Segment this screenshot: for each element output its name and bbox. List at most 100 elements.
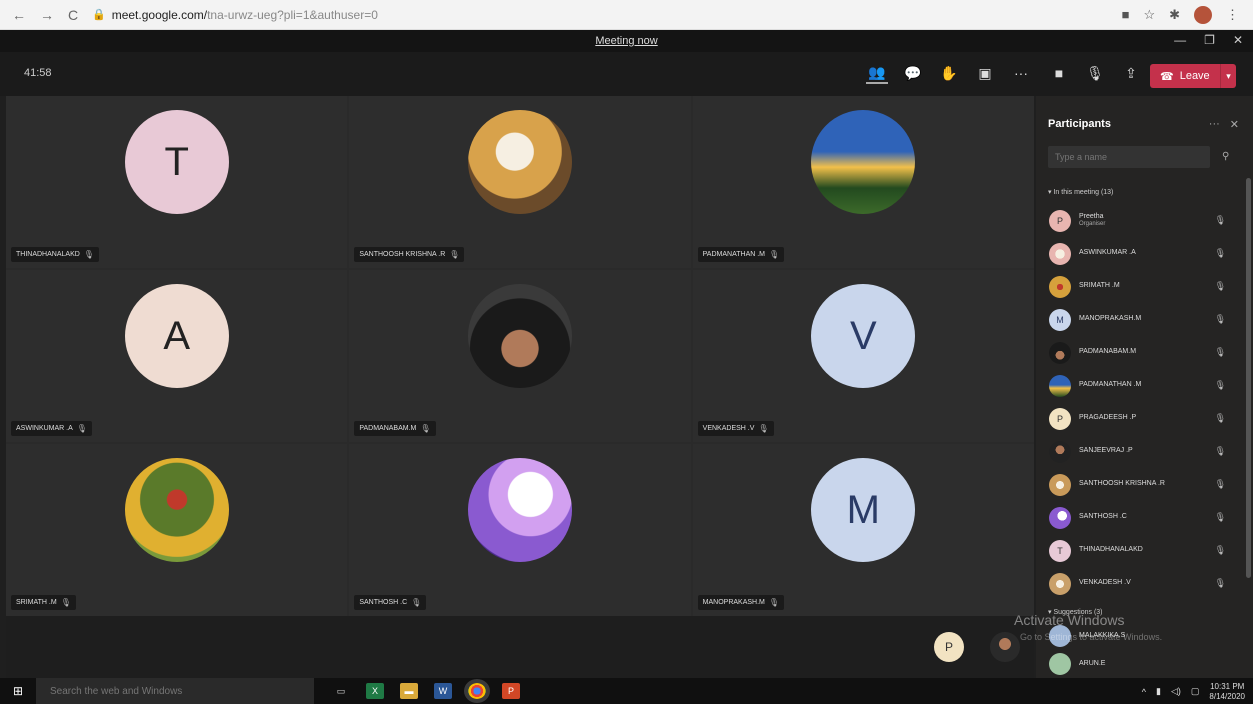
mic-muted-icon: 🎙 [1214, 380, 1226, 390]
taskbar-search-input[interactable] [36, 678, 314, 704]
list-item[interactable]: ASWINKUMAR .A 🎙 [1046, 237, 1234, 270]
list-item[interactable]: PADMANABAM.M 🎙 [1046, 336, 1234, 369]
participant-avatar [467, 110, 572, 214]
participant-avatar [1049, 341, 1071, 364]
lock-icon: 🔒 [92, 9, 106, 21]
video-tile[interactable]: PADMANABAM.M 🎙 [349, 270, 691, 442]
file-explorer-icon[interactable]: ▬ [400, 683, 418, 699]
participants-toggle-icon[interactable]: 👥 [866, 62, 888, 84]
taskbar-clock[interactable]: 10:31 PM 8/14/2020 [1209, 682, 1245, 701]
close-icon[interactable]: ✕ [1230, 118, 1239, 131]
add-person-icon[interactable]: ⚲ [1222, 151, 1229, 162]
window-title: Meeting now [595, 35, 658, 47]
mic-muted-icon: 🎙 [449, 250, 460, 259]
mic-muted-icon: 🎙 [1214, 248, 1226, 258]
back-icon[interactable]: ← [12, 7, 26, 23]
list-item[interactable]: VENKADESH .V 🎙 [1046, 567, 1234, 600]
maximize-icon[interactable]: ❐ [1204, 33, 1215, 47]
list-item[interactable]: P Preetha Organiser 🎙 [1046, 204, 1234, 237]
tile-name-label: SRIMATH .M 🎙 [11, 595, 76, 610]
list-item[interactable]: SANJEEVRAJ .P 🎙 [1046, 435, 1234, 468]
windows-start-icon[interactable]: ⊞ [0, 678, 36, 704]
overflow-avatar[interactable] [990, 632, 1020, 662]
share-screen-icon[interactable]: ⇪ [1120, 62, 1142, 84]
video-tile[interactable]: A ASWINKUMAR .A 🎙 [6, 270, 348, 442]
camera-icon[interactable]: ■ [1048, 62, 1070, 84]
mic-muted-icon: 🎙 [76, 424, 87, 433]
panel-title: Participants [1048, 118, 1111, 130]
chevron-down-icon[interactable]: ▾ [1220, 64, 1236, 88]
mic-muted-icon: 🎙 [758, 424, 769, 433]
microphone-icon[interactable]: 🎙 [1084, 62, 1106, 84]
panel-scrollbar[interactable] [1246, 178, 1251, 578]
list-item[interactable]: SANTHOOSH KRISHNA .R 🎙 [1046, 468, 1234, 501]
mic-muted-icon: 🎙 [1214, 578, 1226, 588]
video-tile[interactable]: PADMANATHAN .M 🎙 [692, 96, 1034, 268]
video-tile[interactable]: T THINADHANALAKD 🎙 [6, 96, 348, 268]
chat-icon[interactable]: 💬 [902, 62, 924, 84]
close-icon[interactable]: ✕ [1233, 33, 1243, 47]
camera-blocked-icon[interactable]: ■ [1122, 7, 1130, 22]
list-item[interactable]: SANTHOSH .C 🎙 [1046, 501, 1234, 534]
chrome-icon[interactable] [464, 679, 490, 703]
window-controls: — ❐ ✕ [1174, 33, 1243, 47]
menu-icon[interactable]: ⋮ [1226, 7, 1239, 23]
word-icon[interactable]: W [434, 683, 452, 699]
list-item[interactable]: T THINADHANALAKD 🎙 [1046, 534, 1234, 567]
video-tile[interactable]: SANTHOOSH KRISHNA .R 🎙 [349, 96, 691, 268]
minimize-icon[interactable]: — [1174, 33, 1186, 47]
video-tile[interactable]: SANTHOSH .C 🎙 [349, 444, 691, 616]
reload-icon[interactable]: C [68, 7, 78, 23]
powerpoint-icon[interactable]: P [502, 683, 520, 699]
forward-icon[interactable]: → [40, 7, 54, 23]
browser-chrome: ← → C 🔒 meet.google.com/tna-urwz-ueg?pli… [0, 0, 1253, 30]
raise-hand-icon[interactable]: ✋ [938, 62, 960, 84]
star-icon[interactable]: ☆ [1143, 7, 1155, 23]
extensions-icon[interactable]: ✱ [1169, 7, 1180, 23]
mic-muted-icon: 🎙 [769, 250, 780, 259]
participant-avatar [1049, 506, 1071, 529]
overflow-avatar[interactable]: P [934, 632, 964, 662]
excel-icon[interactable]: X [366, 683, 384, 699]
mic-muted-icon: 🎙 [1214, 347, 1226, 357]
video-tile[interactable]: M MANOPRAKASH.M 🎙 [692, 444, 1034, 616]
tile-name-label: ASWINKUMAR .A 🎙 [11, 421, 92, 436]
hangup-icon: ☎ [1160, 70, 1174, 83]
leave-button[interactable]: ☎ Leave ▾ [1150, 64, 1236, 88]
mic-muted-icon: 🎙 [1214, 512, 1226, 522]
video-grid: T THINADHANALAKD 🎙 SANTHOOSH KRISHNA .R 🎙 … [6, 96, 1034, 616]
participant-avatar [1049, 653, 1071, 675]
list-item[interactable]: PADMANATHAN .M 🎙 [1046, 369, 1234, 402]
video-tile[interactable]: SRIMATH .M 🎙 [6, 444, 348, 616]
video-tile[interactable]: V VENKADESH .V 🎙 [692, 270, 1034, 442]
profile-avatar[interactable] [1194, 5, 1212, 24]
notification-icon[interactable]: ▢ [1191, 686, 1200, 697]
participant-avatar: A [124, 284, 229, 388]
volume-icon[interactable]: ◁) [1171, 686, 1181, 697]
participant-search-input[interactable] [1048, 146, 1210, 168]
participant-avatar: M [811, 458, 916, 562]
in-meeting-section-label[interactable]: ▾ In this meeting (13) [1048, 188, 1113, 196]
task-view-icon[interactable]: ▭ [332, 683, 350, 699]
list-item[interactable]: ARUN.E [1046, 650, 1234, 678]
more-options-icon[interactable]: ··· [1209, 118, 1220, 131]
mic-muted-icon: 🎙 [768, 598, 780, 607]
list-item[interactable]: P PRAGADEESH .P 🎙 [1046, 402, 1234, 435]
participant-avatar: T [124, 110, 229, 214]
more-options-icon[interactable]: ··· [1010, 62, 1032, 84]
list-item[interactable]: M MANOPRAKASH.M 🎙 [1046, 303, 1234, 336]
participant-avatar: P [1049, 407, 1071, 430]
mic-icon: 🎙 [1214, 215, 1226, 225]
chevron-up-icon[interactable]: ^ [1142, 687, 1146, 697]
participant-avatar [467, 284, 572, 388]
address-bar[interactable]: 🔒 meet.google.com/tna-urwz-ueg?pli=1&aut… [92, 8, 1122, 22]
list-item[interactable]: SRIMATH .M 🎙 [1046, 270, 1234, 303]
mic-muted-icon: 🎙 [1214, 545, 1226, 555]
network-icon[interactable]: ▮ [1156, 686, 1161, 697]
tile-name-label: SANTHOSH .C 🎙 [354, 595, 427, 610]
tile-name-label: THINADHANALAKD 🎙 [11, 247, 99, 262]
meeting-timer: 41:58 [24, 67, 52, 79]
tile-name-label: PADMANATHAN .M 🎙 [697, 247, 785, 262]
rooms-icon[interactable]: ▣ [974, 62, 996, 84]
taskbar-apps: ▭ X ▬ W P [332, 679, 520, 703]
